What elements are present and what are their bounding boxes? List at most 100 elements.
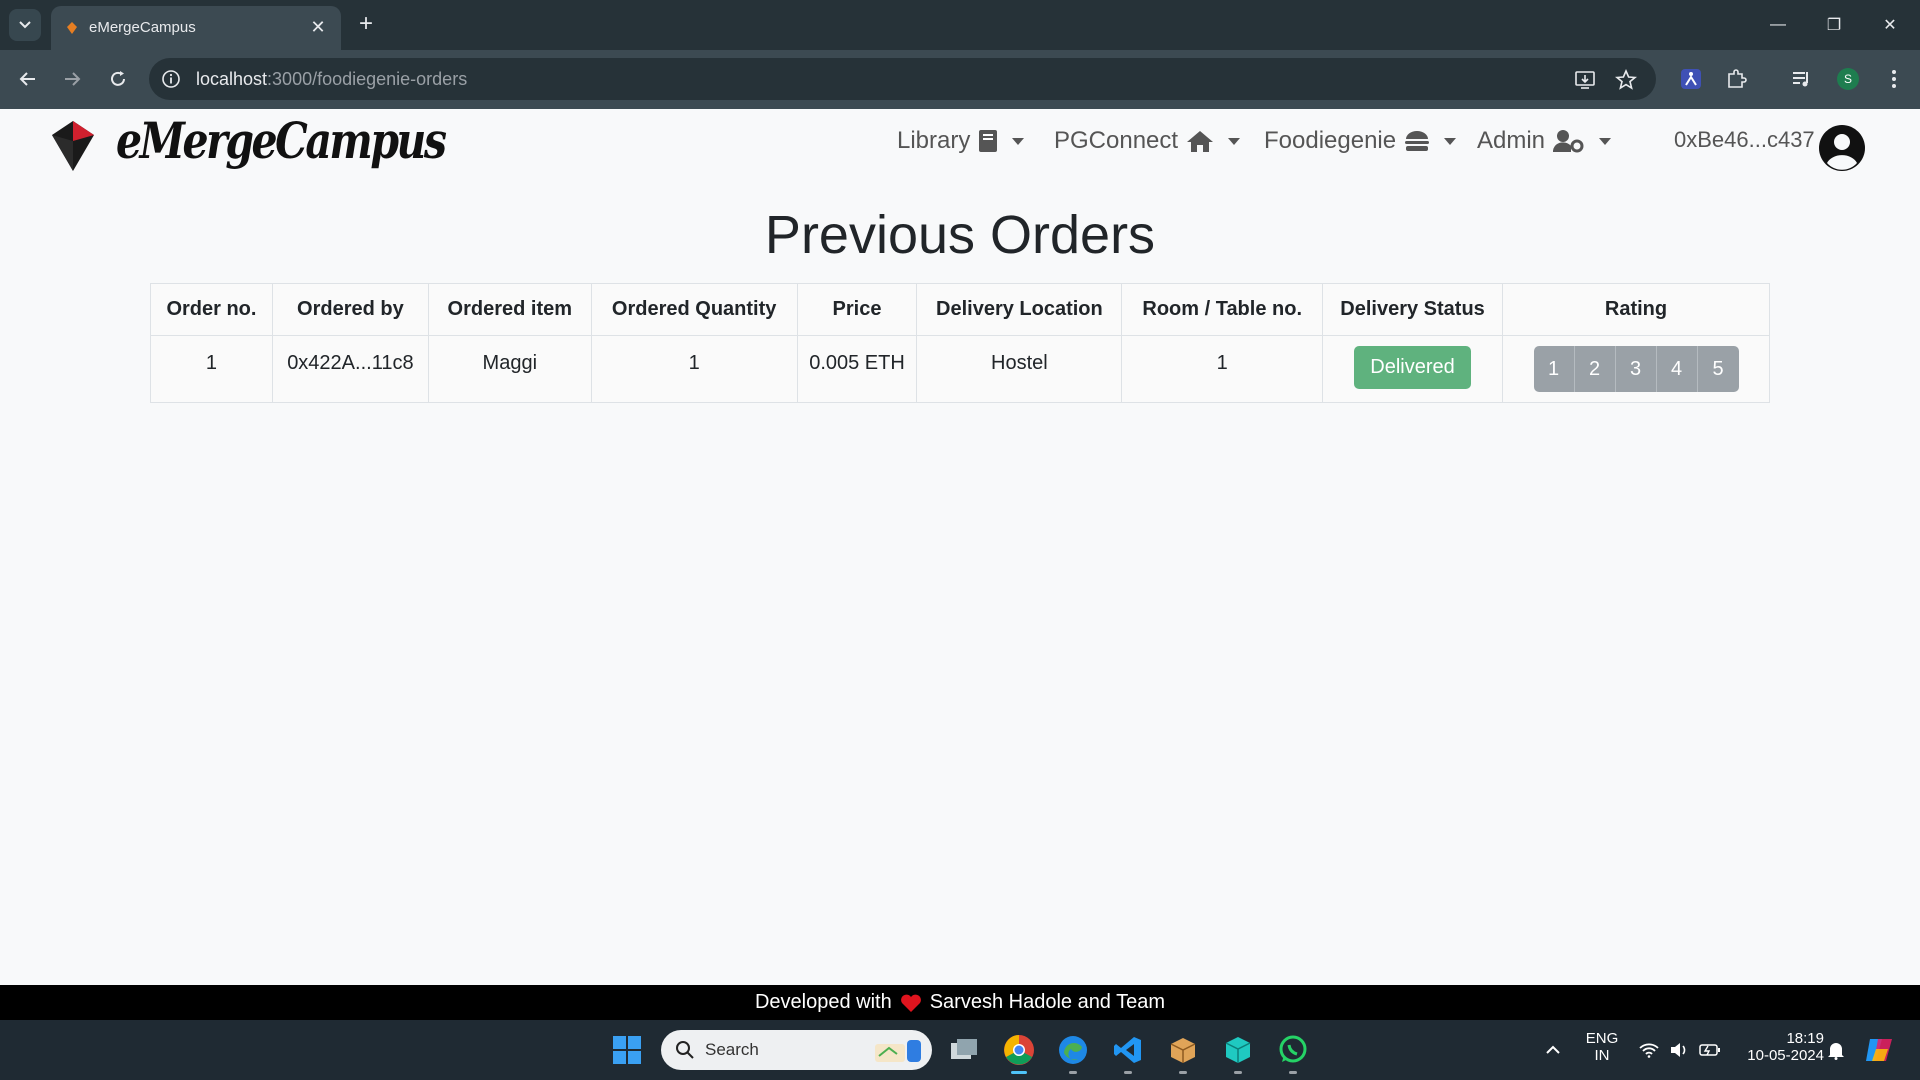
url-host: localhost xyxy=(196,69,268,89)
browser-tab[interactable]: eMergeCampus ✕ xyxy=(51,6,341,50)
chevron-up-icon xyxy=(1546,1045,1560,1054)
page-content: eMergeCampus Library PGConnect Foodiegen… xyxy=(0,109,1920,985)
table-row: 1 0x422A...11c8 Maggi 1 0.005 ETH Hostel… xyxy=(150,335,1770,403)
home-icon xyxy=(1187,131,1214,152)
close-window-button[interactable]: ✕ xyxy=(1862,0,1918,50)
back-button[interactable] xyxy=(13,64,43,94)
nav-library-label: Library xyxy=(897,127,971,154)
cell-price: 0.005 ETH xyxy=(796,335,918,403)
new-tab-button[interactable]: + xyxy=(352,11,380,39)
nav-foodiegenie-label: Foodiegenie xyxy=(1264,127,1397,154)
running-indicator xyxy=(1234,1071,1242,1074)
edge-icon xyxy=(1059,1036,1087,1064)
taskbar-package-app[interactable] xyxy=(1163,1030,1203,1074)
wifi-icon xyxy=(1639,1043,1659,1058)
page-footer: Developed with Sarvesh Hadole and Team xyxy=(0,985,1920,1020)
bookmark-star-icon[interactable] xyxy=(1615,69,1637,91)
notifications-button[interactable] xyxy=(1816,1030,1856,1070)
windows-logo-icon xyxy=(613,1036,641,1064)
nav-foodiegenie[interactable]: Foodiegenie xyxy=(1264,127,1457,155)
language-indicator[interactable]: ENG IN xyxy=(1582,1030,1622,1064)
rating-button-2[interactable]: 2 xyxy=(1574,346,1616,392)
extension-icon[interactable] xyxy=(1676,64,1706,94)
user-circle-icon[interactable] xyxy=(1818,124,1866,172)
brand-logo-text[interactable]: eMergeCampus xyxy=(116,111,447,170)
cell-ordered-item: Maggi xyxy=(427,335,592,403)
nav-admin-label: Admin xyxy=(1477,127,1546,154)
reload-button[interactable] xyxy=(103,64,133,94)
cell-status: Delivered xyxy=(1322,335,1503,403)
rating-button-5[interactable]: 5 xyxy=(1697,346,1739,392)
taskbar-search[interactable]: Search xyxy=(661,1030,932,1070)
col-delivery-location: Delivery Location xyxy=(916,283,1123,336)
package-box-icon xyxy=(1170,1038,1196,1063)
start-button[interactable] xyxy=(607,1030,647,1070)
volume-icon xyxy=(1671,1043,1686,1057)
nav-library[interactable]: Library xyxy=(897,127,1025,155)
media-controls-button[interactable] xyxy=(1786,64,1816,94)
tab-search-button[interactable] xyxy=(9,9,41,41)
cell-rating: 1 2 3 4 5 xyxy=(1502,335,1770,403)
burger-icon xyxy=(1405,131,1430,151)
clock[interactable]: 18:19 10-05-2024 xyxy=(1734,1030,1824,1064)
arrow-right-icon xyxy=(65,72,81,86)
cube-icon xyxy=(1225,1037,1251,1063)
page-title: Previous Orders xyxy=(764,205,1156,265)
site-info-icon[interactable] xyxy=(161,69,181,89)
active-indicator xyxy=(1011,1071,1027,1074)
search-highlight-icon xyxy=(875,1040,921,1062)
col-price: Price xyxy=(796,283,918,336)
restore-button[interactable]: ❐ xyxy=(1806,0,1862,50)
copilot-icon xyxy=(1866,1039,1892,1061)
delivered-status-button[interactable]: Delivered xyxy=(1354,346,1471,389)
queue-music-icon xyxy=(1793,72,1808,87)
task-view-button[interactable] xyxy=(944,1030,984,1070)
heart-icon xyxy=(900,994,921,1012)
rating-button-4[interactable]: 4 xyxy=(1656,346,1698,392)
logo-icon[interactable] xyxy=(48,117,98,173)
wallet-address[interactable]: 0xBe46...c437 xyxy=(1674,127,1815,153)
nav-pgconnect[interactable]: PGConnect xyxy=(1054,127,1241,155)
profile-initial: S xyxy=(1843,72,1852,86)
table-header-row: Order no. Ordered by Ordered item Ordere… xyxy=(150,283,1770,336)
book-icon xyxy=(979,130,998,152)
nav-admin[interactable]: Admin xyxy=(1477,127,1612,155)
more-vertical-icon xyxy=(1892,70,1896,88)
taskbar-whatsapp[interactable] xyxy=(1273,1030,1313,1074)
taskbar-chrome[interactable] xyxy=(999,1030,1039,1074)
taskbar-vscode[interactable] xyxy=(1108,1030,1148,1074)
col-order-no: Order no. xyxy=(150,283,273,336)
rating-button-3[interactable]: 3 xyxy=(1615,346,1657,392)
forward-button[interactable] xyxy=(57,64,87,94)
taskbar-edge[interactable] xyxy=(1053,1030,1093,1074)
whatsapp-icon xyxy=(1279,1035,1307,1063)
bell-icon xyxy=(1828,1043,1844,1060)
show-hidden-icons-button[interactable] xyxy=(1533,1030,1573,1070)
accessibility-extension-icon xyxy=(1681,69,1701,89)
browser-menu-button[interactable] xyxy=(1879,64,1909,94)
tab-close-icon[interactable]: ✕ xyxy=(307,16,329,38)
chevron-down-icon xyxy=(1599,137,1612,145)
user-gear-icon xyxy=(1553,130,1584,153)
cell-room: 1 xyxy=(1121,335,1324,403)
search-label: Search xyxy=(705,1040,759,1059)
address-bar[interactable]: localhost:3000/foodiegenie-orders xyxy=(149,58,1656,100)
install-app-icon[interactable] xyxy=(1574,69,1596,91)
minimize-button[interactable]: — xyxy=(1750,0,1806,50)
col-ordered-by: Ordered by xyxy=(271,283,429,336)
language-code: ENG xyxy=(1585,1030,1619,1047)
extensions-button[interactable] xyxy=(1721,64,1751,94)
cell-location: Hostel xyxy=(916,335,1123,403)
running-indicator xyxy=(1179,1071,1187,1074)
quick-settings-button[interactable] xyxy=(1630,1030,1730,1070)
taskbar-cube-app[interactable] xyxy=(1218,1030,1258,1074)
url-text: localhost:3000/foodiegenie-orders xyxy=(196,69,467,90)
rating-button-1[interactable]: 1 xyxy=(1533,346,1575,392)
windows-taskbar: Search ENG IN 18:19 10-05-2024 xyxy=(0,1020,1920,1080)
col-ordered-quantity: Ordered Quantity xyxy=(590,283,798,336)
copilot-button[interactable] xyxy=(1860,1030,1900,1070)
puzzle-icon xyxy=(1728,69,1747,88)
vscode-icon xyxy=(1114,1037,1141,1063)
profile-button[interactable]: S xyxy=(1833,64,1863,94)
footer-prefix: Developed with xyxy=(754,991,892,1013)
